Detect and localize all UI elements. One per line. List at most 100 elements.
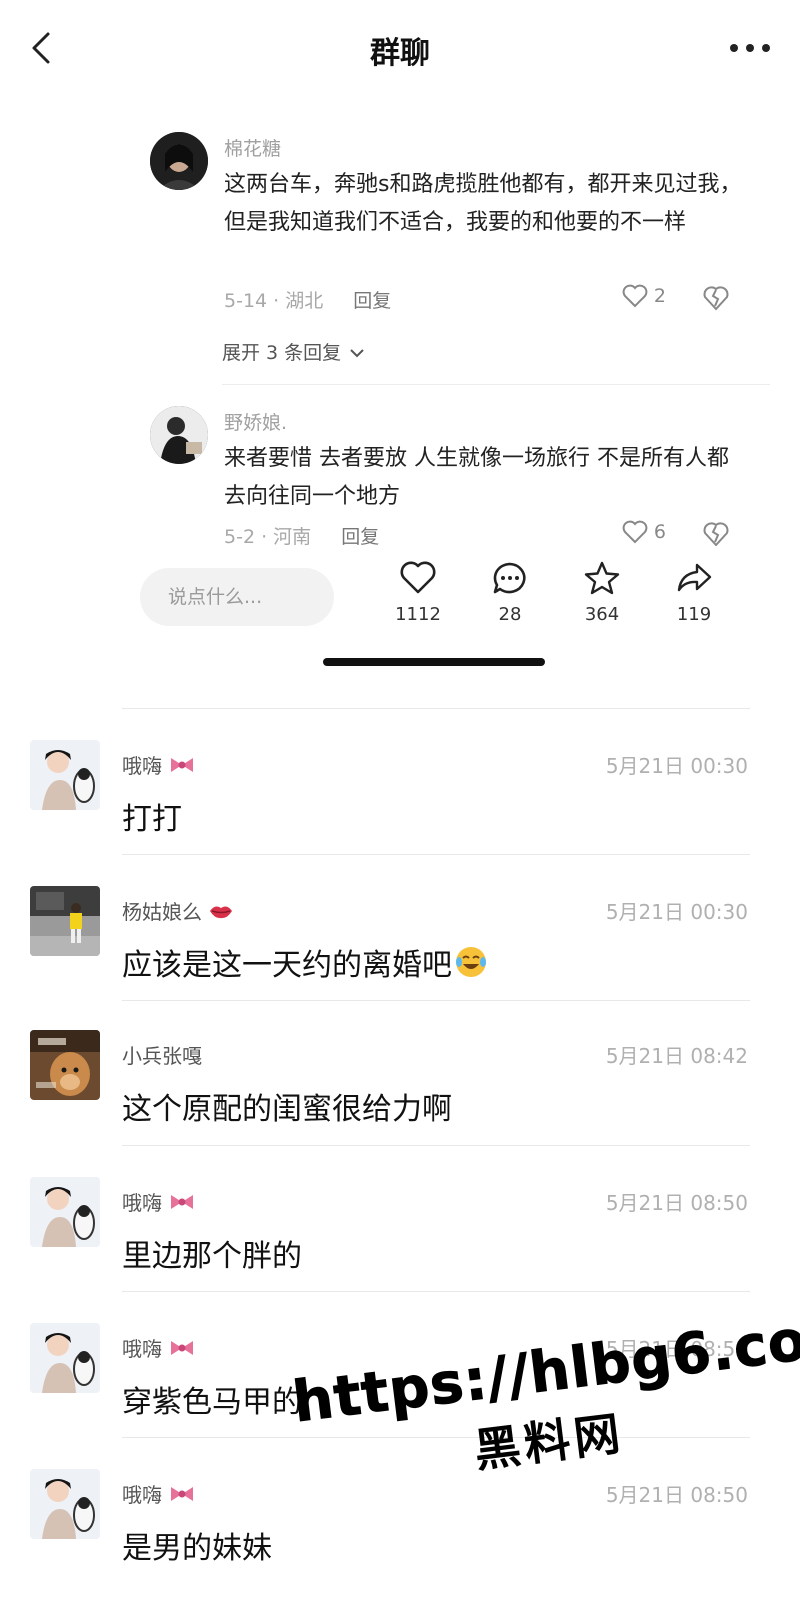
avatar[interactable] — [150, 132, 208, 190]
divider — [122, 854, 750, 855]
divider — [222, 384, 770, 385]
share-count: 119 — [676, 604, 712, 625]
laughing-tears-emoji-icon — [456, 947, 486, 977]
chevron-down-icon — [350, 349, 364, 358]
avatar[interactable] — [30, 740, 100, 810]
avatar[interactable] — [30, 1030, 100, 1100]
bow-emoji-icon — [171, 757, 193, 772]
message-time: 5月21日 00:30 — [605, 900, 748, 924]
sender-name-text: 哦嗨 — [122, 754, 162, 778]
expand-replies-label: 展开 3 条回复 — [222, 342, 342, 364]
sender-name: 哦嗨 — [122, 1333, 196, 1362]
comment-date-location: 5-14 · 湖北 — [224, 290, 324, 312]
like-count: 2 — [653, 285, 666, 307]
divider — [122, 708, 750, 709]
message-text-content: 这个原配的闺蜜很给力啊 — [122, 1092, 452, 1127]
message-text-content: 是男的妹妹 — [122, 1531, 272, 1566]
bow-emoji-icon — [171, 1340, 193, 1355]
star-icon — [584, 561, 620, 595]
list-item[interactable]: 杨姑娘么 5月21日 00:30 应该是这一天约的离婚吧 — [0, 856, 800, 1002]
comment-action[interactable]: 28 — [478, 560, 542, 625]
list-item[interactable]: 哦嗨 5月21日 08:50 穿紫色马甲的 — [0, 1293, 800, 1439]
broken-heart-icon — [703, 522, 729, 547]
message-text-content: 里边那个胖的 — [122, 1239, 302, 1274]
sender-name-text: 小兵张嘎 — [122, 1044, 202, 1068]
sender-name-text: 杨姑娘么 — [122, 900, 202, 924]
list-item[interactable]: 哦嗨 5月21日 08:50 是男的妹妹 — [0, 1439, 800, 1585]
comment-author: 棉花糖 — [224, 138, 282, 160]
comment-author: 野娇娘. — [224, 412, 288, 434]
avatar[interactable] — [30, 1177, 100, 1247]
comment-text: 这两台车，奔驰s和路虎揽胜他都有，都开来见过我，但是我知道我们不适合，我要的和他… — [224, 172, 742, 235]
comment-item: 野娇娘. 来者要惜 去者要放 人生就像一场旅行 不是所有人都去向往同一个地方 5… — [150, 406, 760, 549]
sender-name: 哦嗨 — [122, 750, 196, 779]
comment-text: 来者要惜 去者要放 人生就像一场旅行 不是所有人都去向往同一个地方 — [224, 446, 729, 509]
comment-count: 28 — [498, 604, 522, 625]
more-dots-icon — [730, 44, 770, 52]
share-action[interactable]: 119 — [662, 560, 726, 625]
top-bar: 群聊 — [0, 0, 800, 98]
divider — [122, 1291, 750, 1292]
message-text-content: 应该是这一天约的离婚吧 — [122, 948, 452, 983]
like-button[interactable]: 6 — [622, 520, 666, 544]
sender-name: 小兵张嘎 — [122, 1040, 202, 1069]
avatar[interactable] — [150, 406, 208, 464]
favorite-count: 364 — [584, 604, 620, 625]
broken-heart-icon — [703, 286, 729, 311]
message-time: 5月21日 08:50 — [605, 1191, 748, 1215]
heart-icon — [400, 561, 436, 594]
more-button[interactable] — [726, 28, 774, 68]
sender-name: 杨姑娘么 — [122, 896, 234, 925]
like-action[interactable]: 1112 — [386, 560, 450, 625]
favorite-action[interactable]: 364 — [570, 560, 634, 625]
message-text: 里边那个胖的 — [122, 1231, 302, 1275]
list-item[interactable]: 小兵张嘎 5月21日 08:42 这个原配的闺蜜很给力啊 — [0, 1000, 800, 1146]
like-count: 1112 — [395, 604, 441, 625]
avatar[interactable] — [30, 1323, 100, 1393]
lips-emoji-icon — [210, 906, 232, 918]
comment-date-location: 5-2 · 河南 — [224, 526, 312, 548]
message-text: 是男的妹妹 — [122, 1523, 272, 1567]
avatar[interactable] — [30, 1469, 100, 1539]
comment-icon — [493, 562, 526, 594]
sender-name-text: 哦嗨 — [122, 1483, 162, 1507]
sender-name: 哦嗨 — [122, 1479, 196, 1508]
message-time: 5月21日 08:50 — [605, 1337, 748, 1361]
comment-item: 棉花糖 这两台车，奔驰s和路虎揽胜他都有，都开来见过我，但是我知道我们不适合，我… — [150, 132, 760, 332]
message-time: 5月21日 08:42 — [605, 1044, 748, 1068]
sender-name-text: 哦嗨 — [122, 1337, 162, 1361]
home-indicator — [323, 658, 545, 666]
message-text: 应该是这一天约的离婚吧 — [122, 940, 488, 984]
shared-screenshot[interactable]: 棉花糖 这两台车，奔驰s和路虎揽胜他都有，都开来见过我，但是我知道我们不适合，我… — [0, 98, 800, 710]
message-text-content: 穿紫色马甲的 — [122, 1385, 302, 1420]
like-count: 6 — [653, 521, 666, 543]
message-text: 打打 — [122, 794, 182, 838]
divider — [122, 1437, 750, 1438]
avatar[interactable] — [30, 886, 100, 956]
message-text: 这个原配的闺蜜很给力啊 — [122, 1084, 452, 1128]
message-time: 5月21日 08:50 — [605, 1483, 748, 1507]
expand-replies-button[interactable]: 展开 3 条回复 — [222, 338, 365, 365]
comment-input[interactable] — [140, 568, 334, 626]
reply-button[interactable]: 回复 — [341, 526, 379, 548]
reply-button[interactable]: 回复 — [353, 290, 391, 312]
list-item[interactable]: 哦嗨 5月21日 08:50 里边那个胖的 — [0, 1147, 800, 1293]
dislike-button[interactable] — [702, 520, 730, 548]
comment-action-bar: 1112 28 364 119 — [0, 546, 800, 656]
sender-name-text: 哦嗨 — [122, 1191, 162, 1215]
message-text-content: 打打 — [122, 802, 182, 837]
message-time: 5月21日 00:30 — [605, 754, 748, 778]
like-button[interactable]: 2 — [622, 284, 666, 308]
sender-name: 哦嗨 — [122, 1187, 196, 1216]
share-icon — [677, 563, 712, 592]
list-item[interactable]: 哦嗨 5月21日 00:30 打打 — [0, 710, 800, 856]
bow-emoji-icon — [171, 1194, 193, 1209]
message-text: 穿紫色马甲的 — [122, 1377, 302, 1421]
heart-icon — [622, 520, 648, 544]
bow-emoji-icon — [171, 1486, 193, 1501]
dislike-button[interactable] — [702, 284, 730, 312]
comment-meta: 5-2 · 河南 回复 — [224, 522, 379, 549]
page-title: 群聊 — [370, 36, 430, 71]
heart-icon — [622, 284, 648, 308]
divider — [122, 1145, 750, 1146]
